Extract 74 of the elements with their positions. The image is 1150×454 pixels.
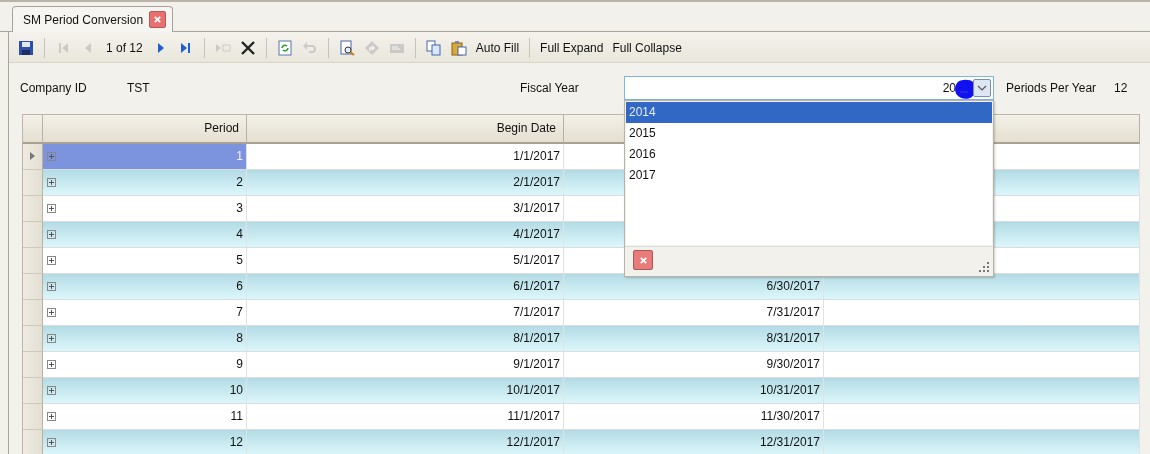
table-cell: 9/1/2017: [513, 357, 560, 372]
column-header[interactable]: Period: [43, 114, 247, 144]
table-cell: 2/1/2017: [513, 175, 560, 190]
table-cell: 7/1/2017: [513, 305, 560, 320]
toolbar-button[interactable]: Full Collapse: [609, 40, 685, 55]
expand-icon[interactable]: [47, 203, 56, 213]
save-icon[interactable]: [18, 39, 34, 56]
table-cell: 12/31/2017: [759, 435, 820, 450]
expand-icon[interactable]: [47, 333, 56, 343]
table-cell-text: 6: [235, 279, 243, 294]
table-cell-text: 7: [235, 305, 243, 320]
document-tab[interactable]: SM Period Conversion: [12, 6, 174, 32]
resize-grip-icon[interactable]: [979, 261, 989, 272]
expand-icon[interactable]: [47, 411, 56, 421]
expand-icon[interactable]: [47, 177, 56, 187]
table-cell-text: 5: [235, 253, 243, 268]
close-button[interactable]: [633, 250, 653, 271]
paste-icon[interactable]: [450, 39, 467, 56]
table-cell: 8/1/2017: [513, 331, 560, 346]
table-cell: 4/1/2017: [513, 227, 560, 242]
table-cell-text: 9: [235, 357, 243, 372]
refresh-icon[interactable]: [276, 39, 293, 56]
print-preview-icon[interactable]: [338, 39, 355, 56]
table-cell: 7/31/2017: [766, 305, 820, 320]
chevron-down-icon[interactable]: [977, 83, 987, 92]
toolbar-button[interactable]: Full Expand: [537, 40, 607, 55]
dropdown-button[interactable]: [973, 78, 991, 97]
expand-icon[interactable]: [47, 307, 56, 317]
table-cell-text: 11: [229, 409, 243, 424]
field-label: Periods Per Year: [1006, 80, 1098, 95]
field-value: 12: [1114, 80, 1128, 95]
delete-icon[interactable]: [239, 39, 256, 56]
table-cell: 6/1/2017: [513, 279, 560, 294]
dropdown-option[interactable]: 2014: [626, 101, 992, 123]
expand-icon[interactable]: [47, 385, 56, 395]
table-cell-text: 4: [235, 227, 243, 242]
field-label: Fiscal Year: [520, 80, 580, 95]
record-counter: 1 of 12: [105, 40, 144, 55]
expand-icon[interactable]: [47, 281, 56, 291]
table-cell: 5/1/2017: [513, 253, 560, 268]
dropdown-option[interactable]: 2015: [626, 122, 992, 144]
table-cell-text: 8: [235, 331, 243, 346]
copy-icon[interactable]: [425, 39, 442, 56]
expand-icon[interactable]: [47, 229, 56, 239]
row-header[interactable]: [23, 143, 43, 170]
table-cell-text: 1: [235, 149, 243, 164]
redaction-scribble: [954, 77, 976, 100]
table-cell-text: 3: [235, 201, 243, 216]
expand-icon[interactable]: [47, 255, 56, 265]
close-icon[interactable]: [153, 15, 163, 24]
table-cell-text: 12: [228, 435, 243, 450]
table-cell: 10/1/2017: [506, 383, 560, 398]
table-cell: 8/31/2017: [766, 331, 820, 346]
close-icon[interactable]: [638, 255, 648, 265]
field-label: Company ID: [20, 80, 88, 95]
table-cell: 11/1/2017: [507, 409, 560, 424]
fiscal-year-dropdown[interactable]: 20: [624, 75, 994, 100]
close-button[interactable]: [149, 11, 167, 28]
toolbar-button[interactable]: Auto Fill: [472, 40, 523, 55]
table-cell: 1/1/2017: [513, 149, 560, 164]
dropdown-option[interactable]: 2016: [626, 143, 992, 165]
table-cell-text: 10: [228, 383, 243, 398]
table-cell: 6/30/2017: [766, 279, 820, 294]
table-cell-text: 2: [235, 175, 243, 190]
column-header[interactable]: Begin Date: [247, 114, 564, 144]
expand-icon[interactable]: [47, 437, 56, 447]
table-cell: 3/1/2017: [513, 201, 560, 216]
table-cell: 10/31/2017: [759, 383, 820, 398]
table-cell: 9/30/2017: [766, 357, 820, 372]
table-cell: 12/1/2017: [506, 435, 560, 450]
expand-icon[interactable]: [47, 359, 56, 369]
dropdown-option[interactable]: 2017: [626, 164, 992, 186]
table-cell: 11/30/2017: [760, 409, 820, 424]
field-value: TST: [127, 80, 151, 95]
